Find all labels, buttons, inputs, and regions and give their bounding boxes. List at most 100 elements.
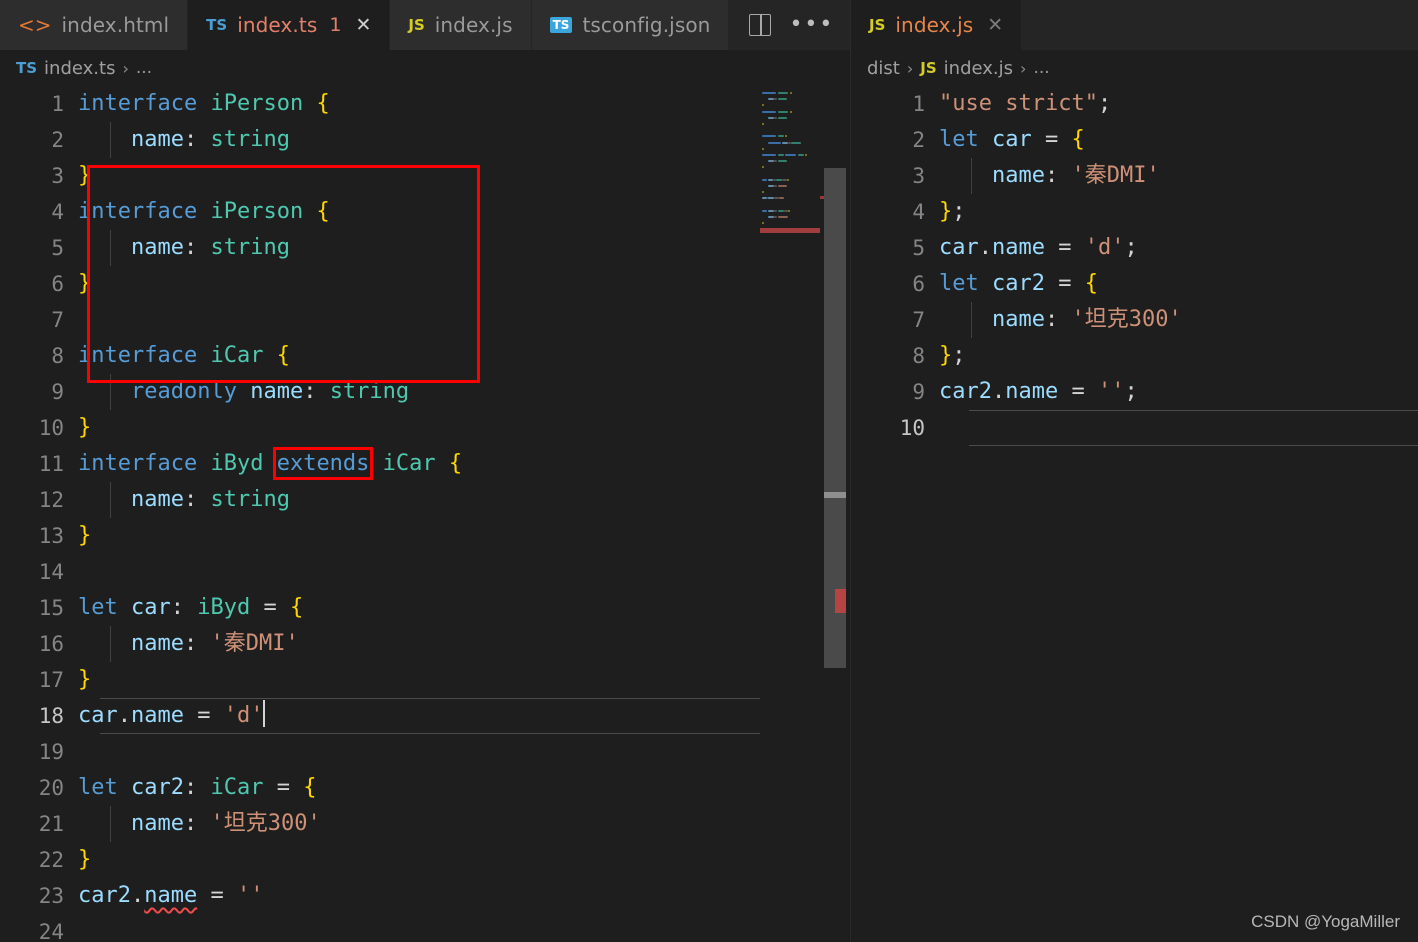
tab-label: index.js (434, 13, 513, 37)
more-actions-icon[interactable]: ••• (789, 14, 834, 36)
code-line[interactable]: 7 (0, 302, 850, 338)
code-line[interactable]: 23 car2.name = '' (0, 878, 850, 914)
minimap-left[interactable] (760, 86, 820, 942)
code-text[interactable]: name: '坦克300' (78, 806, 321, 842)
code-line[interactable]: 13} (0, 518, 850, 554)
code-line[interactable]: 5 name: string (0, 230, 850, 266)
code-line[interactable]: 1 interface iPerson { (0, 86, 850, 122)
tab-index-js[interactable]: JS index.js (390, 0, 532, 50)
code-line[interactable]: 4}; (851, 194, 1418, 230)
code-line[interactable]: 1 "use strict"; (851, 86, 1418, 122)
code-line[interactable]: 11 interface iByd extends iCar { (0, 446, 850, 482)
breadcrumb-left[interactable]: TS index.ts › ... (0, 50, 850, 86)
code-text[interactable]: "use strict"; (939, 86, 1111, 122)
code-text[interactable]: }; (939, 194, 966, 230)
line-number: 21 (38, 812, 64, 836)
tab-index-js[interactable]: JS index.js ✕ (851, 0, 1023, 50)
code-line[interactable]: 20 let car2: iCar = { (0, 770, 850, 806)
line-number: 8 (51, 344, 64, 368)
token: '秦DMI' (210, 631, 299, 656)
code-text[interactable]: name: '坦克300' (939, 302, 1182, 338)
token: interface (78, 199, 198, 224)
code-line[interactable]: 10 (851, 410, 1418, 446)
breadcrumb-folder[interactable]: dist (867, 58, 900, 79)
code-line[interactable]: 9 readonly name: string (0, 374, 850, 410)
code-line[interactable]: 15 let car: iByd = { (0, 590, 850, 626)
code-text[interactable]: let car: iByd = { (78, 590, 303, 626)
code-editor-right[interactable]: 1 "use strict"; 2 let car = {3 name: '秦DMI'… (851, 86, 1418, 942)
code-text[interactable]: readonly name: string (78, 374, 409, 410)
tab-index-html[interactable]: <> index.html (0, 0, 189, 50)
minimap-error-marker (760, 228, 820, 234)
breadcrumb-overflow[interactable]: ... (136, 58, 152, 78)
code-line[interactable]: 7 name: '坦克300' (851, 302, 1418, 338)
code-line[interactable]: 8}; (851, 338, 1418, 374)
close-icon[interactable]: ✕ (355, 15, 371, 35)
token: name (130, 235, 184, 260)
code-line[interactable]: 16 name: '秦DMI' (0, 626, 850, 662)
code-line[interactable]: 3 name: '秦DMI' (851, 158, 1418, 194)
line-number: 18 (38, 704, 64, 728)
close-icon[interactable]: ✕ (987, 15, 1003, 35)
code-text[interactable]: } (78, 662, 91, 698)
code-line[interactable]: 2 let car = { (851, 122, 1418, 158)
code-line[interactable]: 2 name: string (0, 122, 850, 158)
code-line[interactable]: 4 interface iPerson { (0, 194, 850, 230)
split-editor-icon[interactable] (749, 14, 772, 36)
code-line[interactable]: 21 name: '坦克300' (0, 806, 850, 842)
code-line[interactable]: 5 car.name = 'd'; (851, 230, 1418, 266)
token: interface (78, 451, 198, 476)
code-line[interactable]: 14 (0, 554, 850, 590)
token: car2 (939, 379, 992, 404)
code-text[interactable]: interface iPerson { (78, 194, 330, 230)
code-text[interactable]: interface iByd extends iCar { (78, 446, 462, 482)
scrollbar-left[interactable] (820, 86, 850, 942)
code-text[interactable]: let car2: iCar = { (78, 770, 316, 806)
code-text[interactable]: interface iCar { (78, 338, 290, 374)
breadcrumb-right[interactable]: dist › JS index.js › ... (851, 50, 1418, 86)
overview-ruler-error (835, 589, 846, 613)
code-text[interactable]: name: '秦DMI' (78, 626, 299, 662)
token: . (991, 379, 1006, 404)
code-text[interactable]: car2.name = '' (78, 878, 263, 914)
code-line[interactable]: 24 (0, 914, 850, 942)
tab-tsconfig-json[interactable]: TS tsconfig.json (531, 0, 730, 50)
code-text[interactable]: }; (939, 338, 966, 374)
code-line[interactable]: 6 let car2 = { (851, 266, 1418, 302)
code-line[interactable]: 18 car.name = 'd' (0, 698, 850, 734)
token: iCar (382, 451, 436, 476)
code-line[interactable]: 3} (0, 158, 850, 194)
token: } (78, 667, 92, 692)
breadcrumb-file[interactable]: index.js (944, 58, 1013, 79)
token: name (130, 127, 184, 152)
code-line[interactable]: 22} (0, 842, 850, 878)
code-line[interactable]: 10} (0, 410, 850, 446)
breadcrumb-file[interactable]: index.ts (44, 58, 115, 79)
code-line[interactable]: 9 car2.name = ''; (851, 374, 1418, 410)
token: readonly (130, 379, 237, 404)
breadcrumb-overflow[interactable]: ... (1033, 58, 1049, 78)
code-text[interactable]: } (78, 266, 91, 302)
tab-index-ts[interactable]: TS index.ts 1 ✕ (188, 0, 391, 50)
code-text[interactable]: car.name = 'd'; (939, 230, 1138, 266)
code-text[interactable]: } (78, 842, 91, 878)
code-text[interactable]: let car = { (939, 122, 1085, 158)
code-line[interactable]: 8 interface iCar { (0, 338, 850, 374)
token: interface (78, 343, 198, 368)
code-text[interactable]: } (78, 158, 91, 194)
code-line[interactable]: 6} (0, 266, 850, 302)
code-line[interactable]: 19 (0, 734, 850, 770)
code-line[interactable]: 17} (0, 662, 850, 698)
code-text[interactable]: } (78, 518, 91, 554)
code-text[interactable]: } (78, 410, 91, 446)
code-text[interactable]: car.name = 'd' (78, 698, 266, 734)
code-line[interactable]: 12 name: string (0, 482, 850, 518)
code-text[interactable]: car2.name = ''; (939, 374, 1138, 410)
code-text[interactable]: let car2 = { (939, 266, 1098, 302)
code-editor-left[interactable]: 1 interface iPerson {2 name: string 3} 4 int… (0, 86, 850, 942)
code-text[interactable]: name: '秦DMI' (939, 158, 1160, 194)
code-text[interactable]: interface iPerson { (78, 86, 330, 122)
